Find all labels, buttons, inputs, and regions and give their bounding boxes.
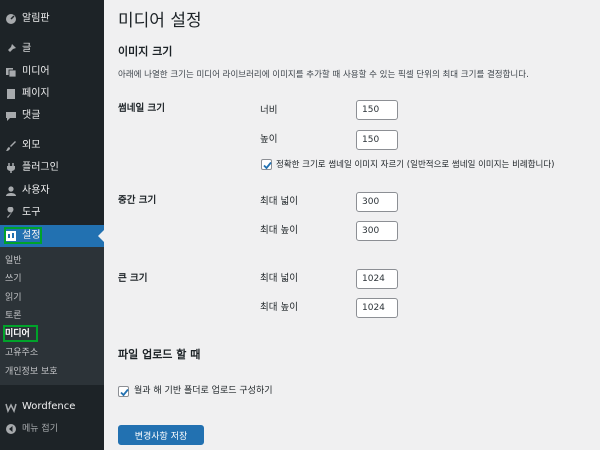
page-icon — [7, 89, 15, 99]
uploads-checkbox[interactable] — [118, 386, 129, 397]
menu-comments[interactable]: 댓글 — [0, 105, 104, 127]
large-width-label: 최대 넓이 — [260, 273, 298, 284]
uploads-heading: 파일 업로드 할 때 — [118, 348, 201, 361]
settings-submenu: 일반 쓰기 읽기 토론 미디어 고유주소 개인정보 보호 — [0, 247, 104, 385]
settings-icon — [6, 231, 16, 241]
menu-label: 플러그인 — [22, 162, 59, 173]
menu-label: 설정 — [22, 230, 41, 241]
admin-sidebar: 알림판 글 미디어 페이지 댓글 외모 플러그인 사용자 도구 설정 일반 쓰기 — [0, 0, 104, 450]
thumbnail-width-input[interactable] — [356, 100, 398, 120]
uploads-checkbox-label: 월과 해 기반 폴더로 업로드 구성하기 — [134, 386, 273, 396]
thumbnail-height-label: 높이 — [260, 134, 278, 145]
image-sizes-description: 아래에 나열한 크기는 미디어 라이브러리에 이미지를 추가할 때 사용할 수 … — [118, 70, 529, 80]
submenu-privacy[interactable]: 개인정보 보호 — [5, 366, 58, 378]
medium-height-input[interactable] — [356, 221, 398, 241]
menu-label: 사용자 — [22, 185, 50, 196]
media-icon — [6, 68, 17, 78]
pin-icon — [6, 44, 16, 54]
large-width-input[interactable] — [356, 269, 398, 289]
submenu-general[interactable]: 일반 — [5, 255, 22, 267]
menu-settings[interactable]: 설정 — [0, 225, 104, 247]
menu-label: 메뉴 접기 — [22, 424, 58, 434]
menu-label: 댓글 — [22, 110, 41, 121]
menu-label: 외모 — [22, 140, 41, 151]
large-height-label: 최대 높이 — [260, 302, 298, 313]
submenu-reading[interactable]: 읽기 — [5, 292, 22, 304]
brush-icon — [6, 141, 16, 151]
checkmark-icon — [263, 161, 272, 170]
menu-media[interactable]: 미디어 — [0, 61, 104, 83]
settings-content: 미디어 설정 이미지 크기 아래에 나열한 크기는 미디어 라이브러리에 이미지… — [104, 0, 600, 450]
thumbnail-size-label: 썸네일 크기 — [118, 103, 166, 114]
checkmark-icon — [120, 388, 129, 397]
menu-label: 글 — [22, 43, 32, 54]
menu-posts[interactable]: 글 — [0, 38, 104, 60]
menu-users[interactable]: 사용자 — [0, 180, 104, 202]
crop-checkbox[interactable] — [261, 159, 272, 170]
menu-plugins[interactable]: 플러그인 — [0, 157, 104, 179]
medium-width-input[interactable] — [356, 192, 398, 212]
menu-label: 페이지 — [22, 88, 50, 99]
thumbnail-height-input[interactable] — [356, 130, 398, 150]
menu-label: Wordfence — [22, 401, 76, 412]
menu-pages[interactable]: 페이지 — [0, 83, 104, 105]
dashboard-icon — [6, 14, 16, 24]
plugin-icon — [7, 163, 15, 173]
user-icon — [6, 186, 16, 196]
thumbnail-width-label: 너비 — [260, 105, 278, 116]
image-sizes-heading: 이미지 크기 — [118, 45, 173, 58]
large-height-input[interactable] — [356, 298, 398, 318]
comment-icon — [6, 112, 16, 121]
menu-dashboard[interactable]: 알림판 — [0, 8, 104, 30]
submenu-writing[interactable]: 쓰기 — [5, 273, 22, 285]
menu-wordfence[interactable]: Wordfence — [0, 396, 104, 418]
wordfence-icon — [5, 403, 17, 413]
page-title: 미디어 설정 — [118, 11, 202, 31]
large-size-label: 큰 크기 — [118, 273, 148, 284]
medium-size-label: 중간 크기 — [118, 195, 157, 206]
menu-label: 도구 — [22, 207, 41, 218]
medium-width-label: 최대 넓이 — [260, 196, 298, 207]
menu-label: 미디어 — [22, 66, 50, 77]
submenu-media[interactable]: 미디어 — [5, 328, 30, 340]
wrench-icon — [7, 207, 14, 218]
submenu-discussion[interactable]: 토론 — [5, 310, 22, 322]
save-changes-button[interactable]: 변경사항 저장 — [118, 425, 204, 445]
menu-label: 알림판 — [22, 13, 50, 24]
collapse-icon — [6, 424, 16, 434]
menu-tools[interactable]: 도구 — [0, 202, 104, 224]
medium-height-label: 최대 높이 — [260, 225, 298, 236]
submenu-media-wrap[interactable]: 미디어 — [0, 325, 104, 342]
menu-collapse[interactable]: 메뉴 접기 — [0, 418, 104, 440]
crop-label: 정확한 크기로 썸네일 이미지 자르기 (일반적으로 썸네일 이미지는 비례합니… — [276, 160, 555, 170]
submenu-permalinks[interactable]: 고유주소 — [5, 347, 38, 359]
menu-appearance[interactable]: 외모 — [0, 135, 104, 157]
